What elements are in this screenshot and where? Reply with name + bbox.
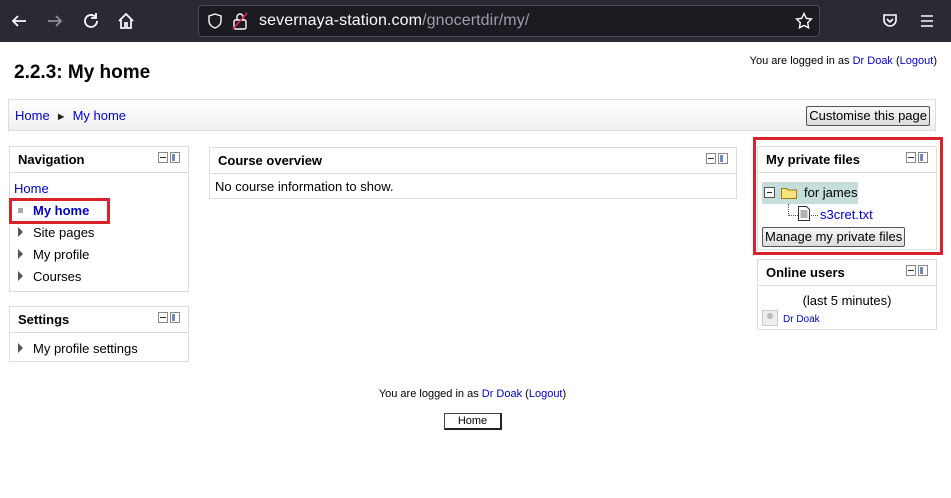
- settings-item-label: My profile settings: [33, 341, 138, 356]
- reload-icon[interactable]: [78, 8, 104, 34]
- breadcrumb-separator: ►: [55, 111, 67, 123]
- nav-item-label: Site pages: [33, 225, 95, 240]
- minimize-icon[interactable]: [706, 153, 716, 164]
- logout-close: ): [933, 55, 937, 67]
- nav-item-courses[interactable]: Courses: [14, 266, 94, 288]
- footer-home-button[interactable]: Home: [444, 413, 502, 430]
- footer-login-prefix: You are logged in as: [378, 388, 482, 400]
- expand-arrow-icon: [18, 343, 23, 353]
- pocket-icon[interactable]: [877, 8, 903, 34]
- minimize-icon[interactable]: [158, 152, 168, 163]
- online-user-link[interactable]: Dr Doak: [783, 314, 820, 325]
- dock-icon[interactable]: [718, 153, 728, 164]
- star-icon[interactable]: [795, 12, 813, 30]
- login-prefix: You are logged in as: [749, 55, 853, 67]
- minimize-icon[interactable]: [158, 312, 168, 323]
- breadcrumb: Home ► My home: [15, 108, 126, 123]
- expand-arrow-icon: [18, 271, 23, 281]
- footer-login-info: You are logged in as Dr Doak (Logout): [0, 388, 945, 400]
- online-users-subtitle: (last 5 minutes): [802, 293, 892, 308]
- logout-open: (: [892, 55, 900, 67]
- page-body: 2.2.3: My home You are logged in as Dr D…: [0, 42, 951, 498]
- settings-block-header: Settings: [10, 307, 188, 333]
- online-users-header: Online users: [758, 260, 936, 286]
- navigation-block-header: Navigation: [10, 147, 188, 173]
- course-overview-message: No course information to show.: [215, 179, 394, 194]
- url-host: severnaya-station.com: [259, 12, 423, 29]
- nav-item-label: My profile: [33, 247, 90, 262]
- course-overview-block: Course overview No course information to…: [209, 147, 737, 199]
- nav-item-label: Courses: [33, 269, 82, 284]
- customise-page-button[interactable]: Customise this page: [806, 106, 930, 126]
- url-text[interactable]: severnaya-station.com/gnocertdir/my/: [259, 12, 529, 30]
- dock-icon[interactable]: [918, 265, 928, 276]
- logout-link[interactable]: Logout: [900, 55, 934, 67]
- forward-arrow-icon[interactable]: [42, 8, 68, 34]
- breadcrumb-bar: Home ► My home Customise this page: [8, 99, 936, 131]
- breadcrumb-home[interactable]: Home: [15, 108, 50, 123]
- footer-logout-open: (: [522, 388, 529, 400]
- nav-item-site-pages[interactable]: Site pages: [14, 222, 94, 244]
- dock-icon[interactable]: [170, 312, 180, 323]
- footer-logout-close: ): [562, 388, 567, 400]
- course-overview-title: Course overview: [218, 153, 323, 168]
- online-users-block: Online users (last 5 minutes) Dr Doak: [757, 259, 937, 330]
- page-title: 2.2.3: My home: [14, 62, 151, 83]
- url-bar[interactable]: severnaya-station.com/gnocertdir/my/: [198, 5, 820, 37]
- shield-icon[interactable]: [207, 13, 223, 29]
- menu-icon[interactable]: [914, 8, 940, 34]
- lock-icon[interactable]: [232, 12, 248, 30]
- online-users-title: Online users: [766, 265, 845, 280]
- login-info: You are logged in as Dr Doak (Logout): [750, 55, 937, 67]
- course-overview-header: Course overview: [210, 148, 736, 174]
- settings-tree: My profile settings: [14, 338, 138, 360]
- settings-block-title: Settings: [18, 312, 70, 327]
- highlight-box-private-files: [753, 137, 943, 255]
- minimize-icon[interactable]: [906, 265, 916, 276]
- settings-block: Settings My profile settings: [9, 306, 189, 362]
- expand-arrow-icon: [18, 249, 23, 259]
- nav-home-link[interactable]: Home: [14, 181, 49, 196]
- dock-icon[interactable]: [170, 152, 180, 163]
- footer-logout-link[interactable]: Logout: [529, 388, 563, 400]
- expand-arrow-icon: [18, 227, 23, 237]
- browser-toolbar: severnaya-station.com/gnocertdir/my/: [0, 0, 951, 42]
- url-path: /gnocertdir/my/: [422, 12, 530, 29]
- back-arrow-icon[interactable]: [6, 8, 32, 34]
- highlight-box-my-home: [9, 198, 110, 224]
- settings-item-my-profile-settings[interactable]: My profile settings: [14, 338, 138, 360]
- home-icon[interactable]: [113, 8, 139, 34]
- navigation-tree: Home My home Site pages My profile Cours…: [14, 178, 94, 288]
- footer-user-link[interactable]: Dr Doak: [482, 388, 522, 400]
- breadcrumb-my-home[interactable]: My home: [73, 108, 126, 123]
- user-link[interactable]: Dr Doak: [853, 55, 893, 67]
- avatar: [762, 310, 778, 326]
- navigation-block-title: Navigation: [18, 152, 85, 167]
- nav-item-my-profile[interactable]: My profile: [14, 244, 94, 266]
